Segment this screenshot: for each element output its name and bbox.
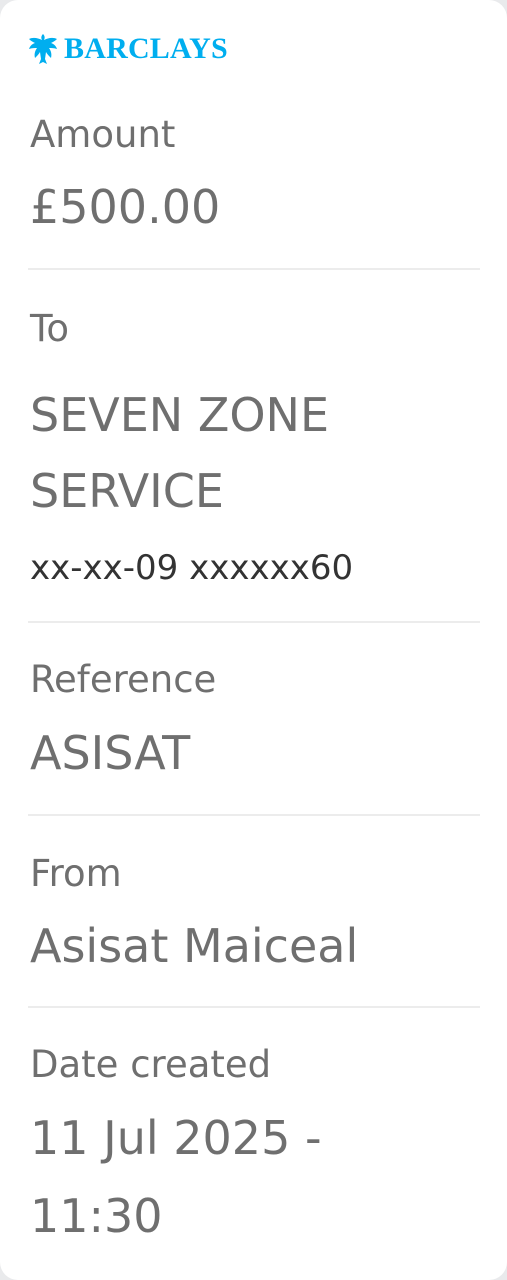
date-created-value-line-2: 11:30	[30, 1189, 163, 1243]
divider	[28, 1006, 480, 1008]
reference-label: Reference	[30, 658, 217, 701]
divider	[28, 814, 480, 816]
divider	[28, 621, 480, 623]
amount-value: £500.00	[30, 180, 221, 234]
date-created-label: Date created	[30, 1043, 272, 1086]
to-label: To	[30, 307, 69, 350]
from-label: From	[30, 852, 122, 895]
from-value: Asisat Maiceal	[30, 919, 359, 973]
payee-name-line-1: SEVEN ZONE	[30, 388, 330, 442]
payee-name-line-2: SERVICE	[30, 464, 224, 518]
divider	[28, 268, 480, 270]
reference-value: ASISAT	[30, 726, 191, 780]
brand-name: BARCLAYS	[64, 32, 228, 65]
eagle-icon	[29, 34, 57, 64]
amount-label: Amount	[30, 113, 176, 156]
date-created-value-line-1: 11 Jul 2025 -	[30, 1111, 322, 1165]
payee-account-number: xx-xx-09 xxxxxx60	[30, 548, 354, 588]
payment-receipt-card: BARCLAYS Amount £500.00 To SEVEN ZONE SE…	[0, 0, 507, 1280]
barclays-logo: BARCLAYS	[28, 30, 228, 68]
